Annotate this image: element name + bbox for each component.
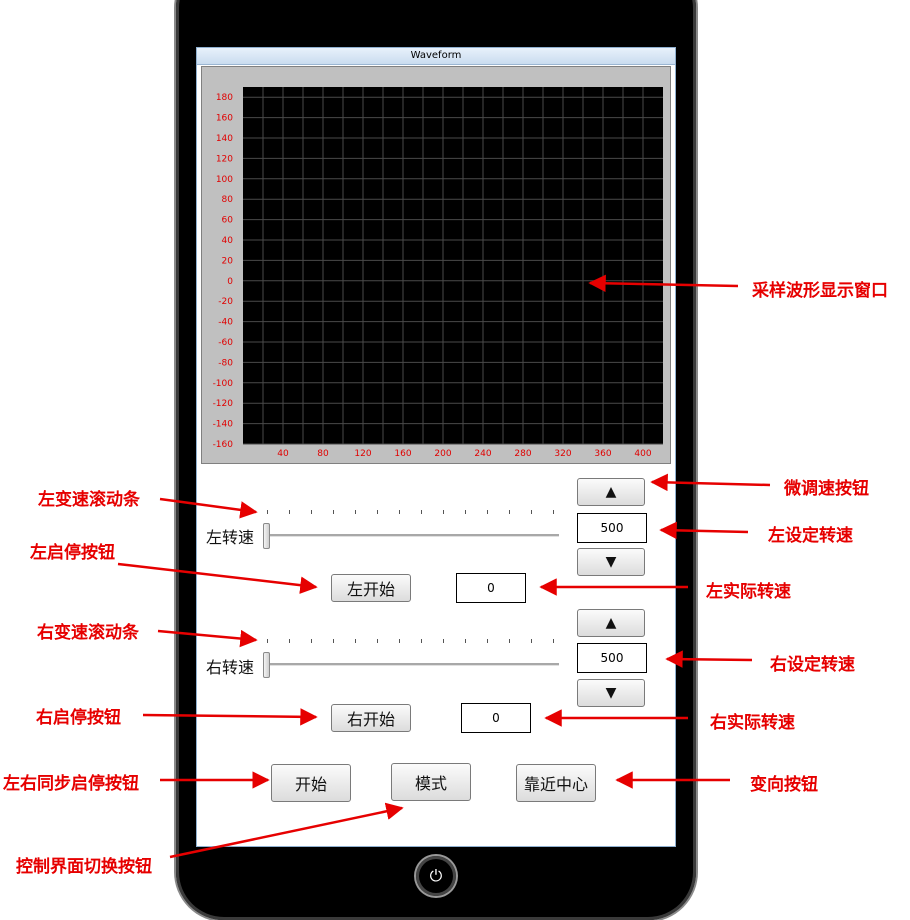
arrow-left-slider [159, 497, 258, 519]
annotation-sync-start-stop: 左右同步启停按钮 [3, 774, 139, 794]
arrow-left-set [659, 521, 749, 540]
arrow-switch [169, 802, 404, 859]
annotation-left-slider: 左变速滚动条 [38, 490, 140, 510]
arrow-waveform [588, 274, 739, 293]
arrow-left-start [117, 562, 318, 594]
arrow-fine-tune [650, 473, 771, 492]
arrow-right-set [665, 650, 753, 668]
annotation-right-slider: 右变速滚动条 [37, 623, 139, 643]
annotation-left-set-speed: 左设定转速 [768, 526, 853, 546]
arrow-right-start [142, 708, 318, 726]
annotation-fine-tune: 微调速按钮 [784, 479, 869, 499]
annotation-arrows [117, 274, 771, 859]
annotation-left-actual-speed: 左实际转速 [706, 582, 791, 602]
annotation-right-actual-speed: 右实际转速 [710, 713, 795, 733]
annotation-left-start-stop: 左启停按钮 [30, 543, 115, 563]
annotation-switch-ui: 控制界面切换按钮 [16, 857, 152, 877]
annotation-direction: 变向按钮 [750, 775, 818, 795]
arrow-right-slider [157, 629, 258, 648]
annotation-right-start-stop: 右启停按钮 [36, 708, 121, 728]
annotation-waveform-window: 采样波形显示窗口 [752, 281, 888, 301]
annotation-right-set-speed: 右设定转速 [770, 655, 855, 675]
